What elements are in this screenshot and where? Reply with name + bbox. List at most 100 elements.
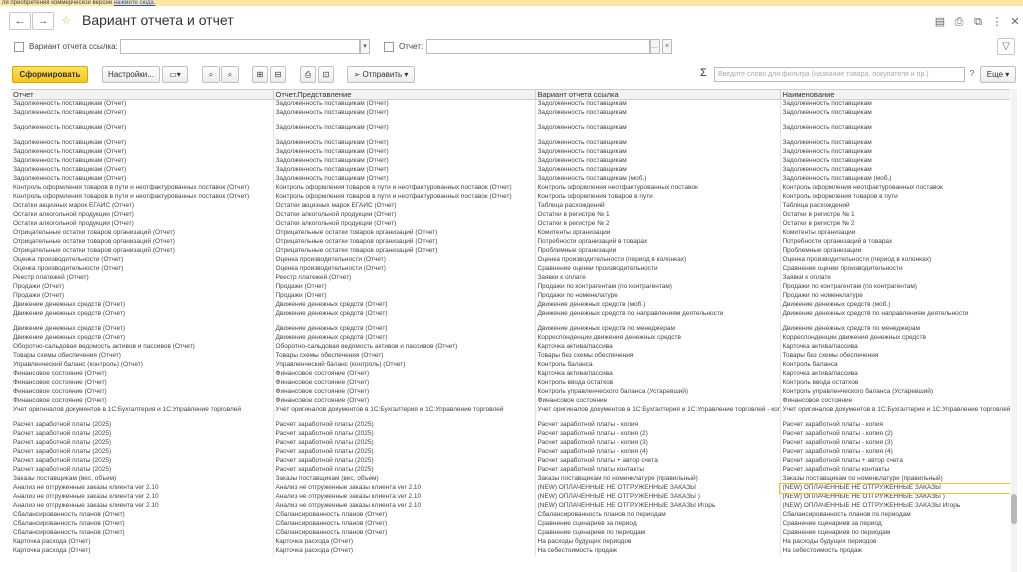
favorite-button[interactable]: ☆ [55, 12, 77, 30]
cell-report[interactable]: Финансовое состояние (Отчет) [11, 387, 274, 397]
table-row[interactable]: Остатки алкогольной продукции (Отчет) Ост… [11, 219, 1010, 229]
cell-report[interactable]: Продажи (Отчет) [11, 291, 274, 301]
cell-variant[interactable]: Контроль управленческого баланса (Устаре… [535, 387, 781, 397]
cell-report[interactable]: Остатки акцизных марок ЕГАИС (Отчет) [11, 201, 274, 211]
cell-variant[interactable]: Карточка актива/пассива [535, 369, 781, 379]
license-banner-link[interactable]: нажмите сюда. [114, 0, 156, 6]
cell-report[interactable]: Контроль оформления товаров в пути и нео… [11, 192, 274, 202]
cell-name[interactable]: Остатки в регистре № 1 [780, 210, 1010, 220]
table-row[interactable]: Остатки акцизных марок ЕГАИС (Отчет) Оста… [11, 201, 1010, 211]
cell-name[interactable]: Расчет заработной платы - копия (3) [780, 438, 1010, 448]
table-row[interactable]: Расчет заработной платы (2025) Расчет зар… [11, 465, 1010, 475]
cell-report[interactable]: Оценка производительности (Отчет) [11, 264, 274, 274]
cell-report[interactable]: Оборотно-сальдовая ведомость активов и п… [11, 342, 274, 352]
cell-presentation[interactable]: Анализ не отгруженные заказы клиента ver… [273, 483, 536, 493]
search-input[interactable]: Введите слово для фильтра (название това… [714, 67, 965, 82]
find-button[interactable]: ⌕ [202, 66, 220, 83]
cell-name[interactable]: Корреспонденции движения денежных средст… [780, 333, 1010, 343]
cell-presentation[interactable]: Реестр платежей (Отчет) [273, 273, 536, 283]
report-filter-input[interactable] [426, 39, 650, 54]
cell-report[interactable]: Анализ не отгруженные заказы клиента ver… [11, 501, 274, 511]
cell-presentation[interactable]: Движение денежных средств (Отчет) [273, 333, 536, 343]
cell-variant[interactable]: Расчет заработной платы - копия [535, 420, 781, 430]
cell-presentation[interactable]: Оценка производительности (Отчет) [273, 255, 536, 265]
cell-report[interactable]: Учет оригиналов документов в 1С:Бухгалте… [11, 405, 274, 421]
cell-variant[interactable]: Контроль оформления товаров в пути [535, 192, 781, 202]
cell-name[interactable]: Расчет заработной платы - копия [780, 420, 1010, 430]
cell-report[interactable]: Расчет заработной платы (2025) [11, 456, 274, 466]
expand-groups-button[interactable]: ⊞ [252, 66, 268, 83]
cell-variant[interactable]: Движение денежных средств по направления… [535, 309, 781, 325]
table-row[interactable]: Сбалансированность планов (Отчет) Сбаланс… [11, 510, 1010, 520]
table-row[interactable]: Финансовое состояние (Отчет) Финансовое с… [11, 387, 1010, 397]
report-select-button[interactable]: … [650, 39, 660, 54]
table-row[interactable]: Управленческий баланс (контроль) (Отчет)… [11, 360, 1010, 370]
cell-name[interactable]: Комитенты организации [780, 228, 1010, 238]
cell-name[interactable]: Карточка актива/пассива [780, 342, 1010, 352]
cell-name[interactable]: (NEW) ОПЛАЧЕННЫЕ НЕ ОТГРУЖЕННЫЕ ЗАКАЗЫ [779, 482, 1010, 494]
cell-variant[interactable]: Задолженность поставщикам [535, 147, 781, 157]
close-icon[interactable]: ✕ [1009, 16, 1021, 28]
column-header-presentation[interactable]: Отчет.Представление [273, 90, 536, 100]
preview-button[interactable]: ⊡ [318, 66, 334, 83]
table-row[interactable]: Карточка расхода (Отчет) Карточка расхода… [11, 546, 1010, 556]
forward-button[interactable]: → [32, 12, 54, 30]
settings-button[interactable]: Настройки... [102, 66, 160, 83]
cell-name[interactable]: Задолженность поставщикам [780, 99, 1010, 109]
cell-variant[interactable]: На себестоимость продаж [535, 546, 781, 556]
cell-presentation[interactable]: Анализ не отгруженные заказы клиента ver… [273, 501, 536, 511]
cell-presentation[interactable]: Движение денежных средств (Отчет) [273, 300, 536, 310]
cell-presentation[interactable]: Заказы поставщикам (вес, объем) [273, 474, 536, 484]
help-button[interactable]: ? [967, 66, 977, 83]
cell-name[interactable]: На себестоимость продаж [780, 546, 1010, 556]
cell-name[interactable]: Контроль баланса [780, 360, 1010, 370]
cell-name[interactable]: Задолженность поставщикам [780, 156, 1010, 166]
table-row[interactable]: Задолженность поставщикам (Отчет) Задолже… [11, 165, 1010, 175]
cell-report[interactable]: Расчет заработной платы (2025) [11, 429, 274, 439]
table-row[interactable]: Контроль оформления товаров в пути и нео… [11, 183, 1010, 193]
cell-presentation[interactable]: Продажи (Отчет) [273, 282, 536, 292]
table-row[interactable]: Задолженность поставщикам (Отчет) Задолже… [11, 138, 1010, 148]
table-row[interactable]: Финансовое состояние (Отчет) Финансовое с… [11, 378, 1010, 388]
cell-name[interactable]: Движение денежных средств по менеджерам [780, 324, 1010, 334]
cell-name[interactable]: На расходы будущих периодов [780, 537, 1010, 547]
table-row[interactable]: Учет оригиналов документов в 1С:Бухгалте… [11, 405, 1010, 421]
find-next-button[interactable]: ⌕ [221, 66, 239, 83]
cell-variant[interactable]: Расчет заработной платы - копия (2) [535, 429, 781, 439]
cell-presentation[interactable]: Финансовое состояние (Отчет) [273, 378, 536, 388]
cell-report[interactable]: Управленческий баланс (контроль) (Отчет) [11, 360, 274, 370]
cell-report[interactable]: Анализ не отгруженные заказы клиента ver… [11, 492, 274, 502]
cell-presentation[interactable]: Движение денежных средств (Отчет) [273, 324, 536, 334]
cell-name[interactable]: Задолженность поставщикам [780, 165, 1010, 175]
cell-presentation[interactable]: Анализ не отгруженные заказы клиента ver… [273, 492, 536, 502]
report-filter-checkbox[interactable] [384, 42, 394, 52]
cell-presentation[interactable]: Задолженность поставщикам (Отчет) [273, 99, 536, 109]
table-row[interactable]: Оценка производительности (Отчет) Оценка … [11, 255, 1010, 265]
cell-presentation[interactable]: Расчет заработной платы (2025) [273, 429, 536, 439]
table-row[interactable]: Финансовое состояние (Отчет) Финансовое с… [11, 396, 1010, 406]
cell-name[interactable]: (NEW) ОПЛАЧЕННЫЕ НЕ ОТГРУЖЕННЫЕ ЗАКАЗЫ И… [780, 501, 1010, 511]
cell-presentation[interactable]: Задолженность поставщикам (Отчет) [273, 147, 536, 157]
cell-presentation[interactable]: Карточка расхода (Отчет) [273, 546, 536, 556]
table-row[interactable]: Заказы поставщикам (вес, объем) Заказы по… [11, 474, 1010, 484]
table-row[interactable]: Задолженность поставщикам (Отчет) Задолже… [11, 156, 1010, 166]
table-row[interactable]: Анализ не отгруженные заказы клиента ver… [11, 482, 1010, 494]
table-row[interactable]: Задолженность поставщикам (Отчет) Задолже… [11, 147, 1010, 157]
cell-variant[interactable]: Заявки к оплате [535, 273, 781, 283]
cell-name[interactable]: Сравнение сценариев за период [780, 519, 1010, 529]
cell-presentation[interactable]: Сбалансированность планов (Отчет) [273, 519, 536, 529]
cell-name[interactable]: Задолженность поставщикам (моб.) [780, 174, 1010, 184]
cell-report[interactable]: Сбалансированность планов (Отчет) [11, 528, 274, 538]
cell-variant[interactable]: Потребности организаций в товарах [535, 237, 781, 247]
cell-report[interactable]: Контроль оформления товаров в пути и нео… [11, 183, 274, 193]
cell-report[interactable]: Карточка расхода (Отчет) [11, 546, 274, 556]
table-row[interactable]: Анализ не отгруженные заказы клиента ver… [11, 492, 1010, 502]
cell-presentation[interactable]: Движение денежных средств (Отчет) [273, 309, 536, 325]
cell-presentation[interactable]: Товары схемы обеспечения (Отчет) [273, 351, 536, 361]
cell-variant[interactable]: Оценка производительности (период в коло… [535, 255, 781, 265]
cell-presentation[interactable]: Сбалансированность планов (Отчет) [273, 510, 536, 520]
cell-variant[interactable]: Остатки в регистре № 2 [535, 219, 781, 229]
cell-name[interactable]: Задолженность поставщикам [780, 147, 1010, 157]
cell-presentation[interactable]: Задолженность поставщикам (Отчет) [273, 123, 536, 139]
cell-presentation[interactable]: Остатки алкогольной продукции (Отчет) [273, 219, 536, 229]
